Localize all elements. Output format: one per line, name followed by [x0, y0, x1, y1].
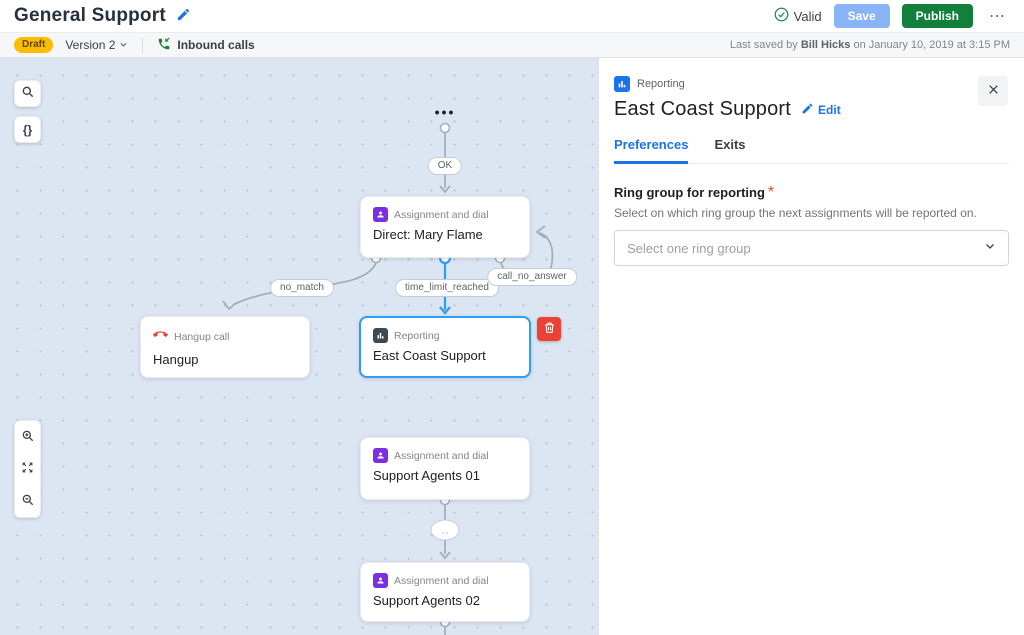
node-type-label: Reporting — [394, 330, 440, 342]
close-icon — [987, 83, 1000, 99]
edit-node-name-button[interactable]: Edit — [801, 102, 841, 118]
last-saved-user: Bill Hicks — [801, 39, 851, 51]
node-settings-panel: Reporting East Coast Support Edit Prefer… — [598, 58, 1024, 635]
status-badge: Draft — [14, 37, 53, 53]
delete-node-button[interactable] — [537, 317, 561, 341]
search-icon — [21, 85, 35, 102]
zoom-in-icon — [21, 429, 35, 446]
valid-label: Valid — [794, 9, 822, 24]
ring-group-select[interactable]: Select one ring group — [614, 230, 1009, 266]
pencil-icon — [801, 102, 814, 118]
node-title: Support Agents 02 — [373, 593, 517, 608]
panel-tabs: Preferences Exits — [614, 137, 1009, 164]
collapsed-upstream-node[interactable]: ••• — [435, 104, 456, 120]
node-support-agents-01[interactable]: Assignment and dial Support Agents 01 — [360, 437, 530, 500]
component-type-label: Reporting — [637, 78, 685, 90]
code-braces-icon: {} — [23, 123, 32, 137]
panel-title: East Coast Support — [614, 98, 791, 121]
node-east-coast-support[interactable]: Reporting East Coast Support — [359, 316, 531, 378]
zoom-out-icon — [21, 493, 35, 510]
ring-group-field: Ring group for reporting* Select on whic… — [614, 184, 1009, 266]
node-title: Direct: Mary Flame — [373, 227, 517, 242]
assignment-icon — [373, 573, 388, 588]
version-label: Version 2 — [65, 38, 115, 52]
edge-label-call-no-answer: call_no_answer — [487, 268, 577, 286]
reporting-icon — [373, 328, 388, 343]
version-dropdown[interactable]: Version 2 — [65, 38, 128, 52]
flow-title: General Support — [14, 5, 166, 27]
required-marker: * — [768, 184, 774, 201]
select-placeholder: Select one ring group — [627, 241, 751, 256]
field-help-text: Select on which ring group the next assi… — [614, 206, 1009, 220]
chevron-down-icon — [984, 239, 996, 257]
tab-preferences[interactable]: Preferences — [614, 137, 688, 164]
pencil-icon — [176, 7, 191, 25]
canvas-search-button[interactable] — [14, 80, 41, 107]
flow-meta-bar: Draft Version 2 Inbound calls Last saved… — [0, 32, 1024, 58]
node-title: Hangup — [153, 352, 297, 367]
edge-port[interactable] — [441, 124, 450, 133]
node-title: Support Agents 01 — [373, 468, 517, 483]
edge-label-no-match: no_match — [270, 279, 334, 297]
hangup-call-icon — [153, 327, 168, 347]
node-type-label: Assignment and dial — [394, 575, 489, 587]
edge-label-time-limit-reached: time_limit_reached — [395, 279, 499, 297]
last-saved-text: Last saved by Bill Hicks on January 10, … — [730, 39, 1010, 51]
flow-canvas[interactable]: ••• OK no_match time_limit_reached call_… — [0, 58, 598, 635]
fit-screen-button[interactable] — [14, 457, 41, 481]
tab-exits[interactable]: Exits — [714, 137, 745, 164]
node-title: East Coast Support — [373, 348, 517, 363]
reporting-icon — [614, 76, 630, 92]
node-direct-mary-flame[interactable]: Assignment and dial Direct: Mary Flame — [360, 196, 530, 258]
flow-type: Inbound calls — [157, 37, 254, 54]
expand-arrows-icon — [21, 461, 34, 477]
inbound-call-icon — [157, 37, 171, 54]
node-type-label: Hangup call — [174, 331, 229, 343]
valid-check-icon — [774, 7, 789, 25]
divider — [142, 37, 143, 53]
node-type-label: Assignment and dial — [394, 450, 489, 462]
save-button[interactable]: Save — [834, 4, 890, 28]
edge-label-ok: OK — [428, 157, 462, 175]
flow-type-label: Inbound calls — [177, 38, 254, 52]
assignment-icon — [373, 207, 388, 222]
close-panel-button[interactable] — [978, 76, 1008, 106]
trash-icon — [543, 321, 556, 337]
edge-label-collapsed: ... — [431, 520, 460, 541]
field-label: Ring group for reporting — [614, 185, 765, 200]
chevron-down-icon — [119, 38, 128, 52]
edit-label: Edit — [818, 103, 841, 117]
assignment-icon — [373, 448, 388, 463]
node-type-label: Assignment and dial — [394, 209, 489, 221]
edit-title-button[interactable] — [176, 7, 191, 25]
more-menu-button[interactable]: ⋯ — [985, 6, 1010, 26]
canvas-zoom-controls — [14, 420, 41, 518]
zoom-in-button[interactable] — [14, 425, 41, 449]
zoom-out-button[interactable] — [14, 489, 41, 513]
node-hangup[interactable]: Hangup call Hangup — [140, 316, 310, 378]
validation-status: Valid — [774, 7, 822, 25]
canvas-code-button[interactable]: {} — [14, 116, 41, 143]
node-support-agents-02[interactable]: Assignment and dial Support Agents 02 — [360, 562, 530, 622]
top-header: General Support Valid Save Publish ⋯ — [0, 0, 1024, 32]
publish-button[interactable]: Publish — [902, 4, 973, 28]
